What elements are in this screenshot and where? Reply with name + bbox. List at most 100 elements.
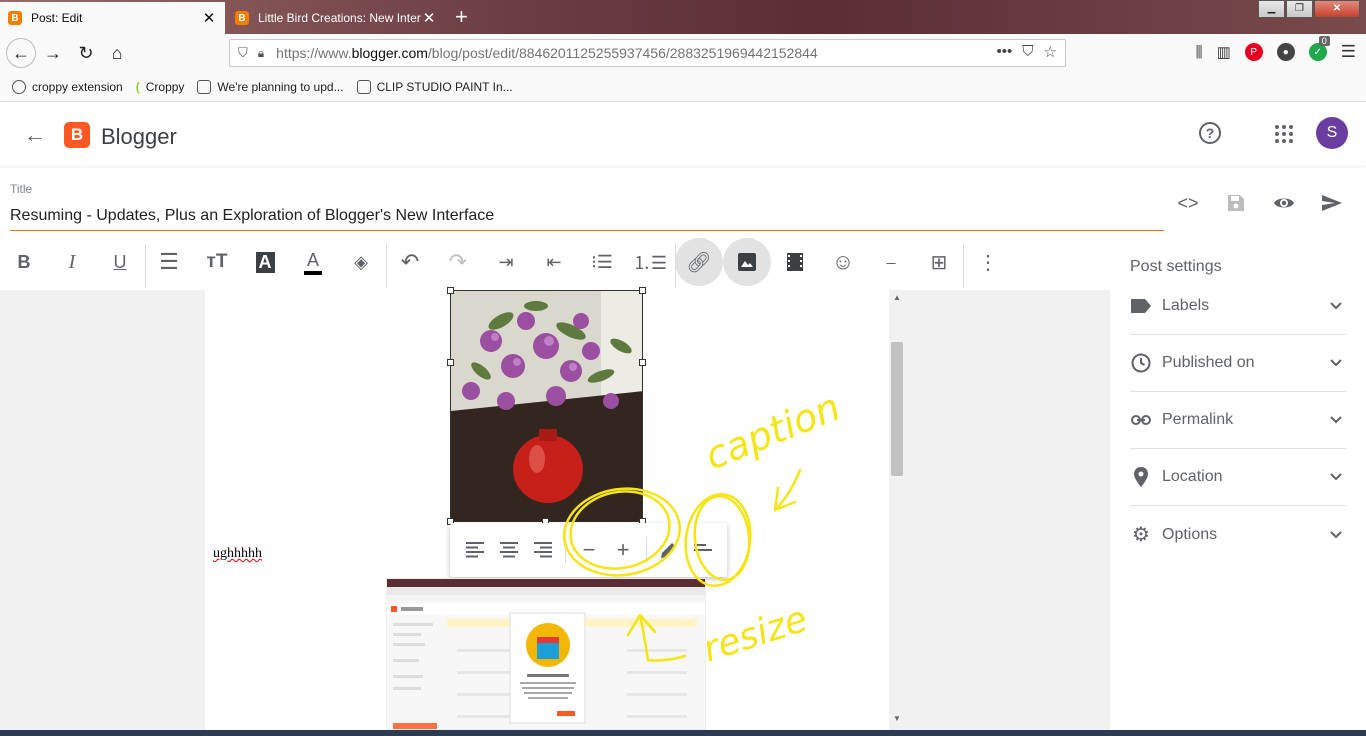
align-left-icon[interactable] [460, 535, 490, 565]
flower-vase-image[interactable] [450, 290, 643, 522]
chevron-down-icon [1326, 526, 1346, 544]
image-icon[interactable] [723, 238, 771, 286]
chevron-down-icon [1326, 411, 1346, 429]
avatar[interactable]: S [1316, 117, 1348, 149]
shrink-image-icon[interactable]: − [574, 535, 604, 565]
pocket-icon[interactable]: ⛉ [1022, 43, 1033, 61]
text-color-icon[interactable]: A [289, 238, 337, 286]
indent-icon[interactable]: ⇥ [482, 238, 530, 286]
html-view-icon[interactable]: <> [1175, 190, 1201, 216]
page-actions-icon[interactable]: ••• [997, 43, 1013, 61]
preview-eye-icon[interactable] [1271, 190, 1297, 216]
brand-name: Blogger [101, 124, 177, 149]
italic-button[interactable]: I [48, 238, 96, 286]
scroll-up-arrow-icon[interactable]: ▲ [893, 293, 901, 302]
align-right-icon[interactable] [528, 535, 558, 565]
close-tab-icon[interactable]: ✕ [201, 9, 217, 27]
resize-handle[interactable] [639, 359, 646, 366]
setting-permalink[interactable]: Permalink [1130, 392, 1346, 449]
align-center-icon[interactable] [494, 535, 524, 565]
bold-button[interactable]: B [0, 238, 48, 286]
publish-send-icon[interactable] [1319, 190, 1345, 216]
font-size-icon[interactable]: тT [193, 238, 241, 286]
redo-icon[interactable]: ↷ [434, 238, 482, 286]
pinterest-icon[interactable]: P [1244, 43, 1263, 61]
apps-grid-icon[interactable] [1275, 125, 1293, 143]
embedded-screenshot-image[interactable] [386, 578, 706, 730]
tab-title: Post: Edit [31, 11, 83, 25]
location-pin-icon [1130, 466, 1152, 488]
minimize-button[interactable]: ▁ [1258, 0, 1285, 18]
formatting-toolbar: B I U ☰ тT A A ◈ ↶ ↷ ⇥ ⇤ ⁝☰ ⒈☰ 🔗︎ ☺ ⎯ ⊞ … [0, 238, 1012, 288]
horizontal-line-icon[interactable]: ⎯ [867, 238, 915, 286]
caption-icon[interactable] [688, 535, 718, 565]
home-button[interactable]: ⌂ [102, 38, 132, 68]
link-icon[interactable]: 🔗︎ [675, 238, 723, 286]
croppy-icon: ( [135, 79, 140, 94]
forward-button[interactable]: → [38, 38, 68, 68]
clock-icon [1130, 352, 1152, 374]
setting-options[interactable]: ⚙ Options [1130, 506, 1346, 563]
save-icon[interactable] [1223, 190, 1249, 216]
blogger-logo-icon: B [64, 122, 90, 148]
globe-icon [12, 79, 26, 94]
url-bar[interactable]: ⛉ 🔒︎ https://www.blogger.com/blog/post/e… [229, 39, 1066, 67]
bookmark-clip-studio[interactable]: CLIP STUDIO PAINT In... [356, 79, 513, 94]
window-controls: ▁ ❐ ✕ [1257, 0, 1360, 18]
url-text: https://www.blogger.com/blog/post/edit/8… [276, 45, 818, 61]
scroll-down-arrow-icon[interactable]: ▼ [893, 714, 901, 723]
video-icon[interactable] [771, 238, 819, 286]
shield-icon[interactable]: ⛉ [238, 45, 248, 61]
resize-handle[interactable] [639, 287, 646, 294]
back-arrow-icon[interactable]: ← [24, 122, 46, 148]
lock-icon[interactable]: 🔒︎ [258, 46, 264, 61]
fill-color-icon[interactable]: ◈ [337, 238, 385, 286]
library-icon[interactable]: ⫼ [1196, 44, 1203, 61]
outdent-icon[interactable]: ⇤ [530, 238, 578, 286]
bulleted-list-icon[interactable]: ⁝☰ [578, 238, 626, 286]
tab-post-edit[interactable]: B Post: Edit ✕ [0, 2, 225, 34]
bookmark-planning-update[interactable]: We're planning to upd... [197, 79, 344, 94]
resize-handle[interactable] [447, 287, 454, 294]
extension-shield-icon[interactable]: ✓ 0 [1308, 36, 1330, 61]
scrollbar-thumb[interactable] [891, 342, 903, 476]
menu-icon[interactable]: ☰ [1341, 42, 1356, 62]
back-button[interactable]: ← [6, 38, 36, 68]
bookmark-croppy[interactable]: (Croppy [136, 80, 185, 94]
setting-labels[interactable]: Labels [1130, 278, 1346, 335]
enlarge-image-icon[interactable]: + [608, 535, 638, 565]
toolbar-divider [646, 537, 647, 563]
new-tab-button[interactable]: + [455, 4, 468, 30]
site-icon [356, 79, 371, 94]
bookmark-star-icon[interactable]: ☆ [1044, 43, 1057, 61]
help-icon[interactable]: ? [1199, 122, 1221, 144]
setting-published-on[interactable]: Published on [1130, 335, 1346, 392]
undo-icon[interactable]: ↶ [386, 238, 434, 286]
post-title-input[interactable]: Resuming - Updates, Plus an Exploration … [10, 207, 1164, 231]
chevron-down-icon [1326, 297, 1346, 315]
blogger-favicon-icon: B [8, 11, 22, 25]
edit-pencil-icon[interactable] [654, 535, 684, 565]
body-text[interactable]: ughhhhh [213, 546, 262, 562]
tab-little-bird[interactable]: B Little Bird Creations: New Interf ✕ [227, 2, 445, 34]
reload-button[interactable]: ↻ [71, 38, 101, 68]
table-icon[interactable]: ⊞ [915, 238, 963, 286]
close-tab-icon[interactable]: ✕ [421, 9, 437, 27]
more-options-icon[interactable]: ⋮ [964, 238, 1012, 286]
numbered-list-icon[interactable]: ⒈☰ [626, 238, 674, 286]
blogger-favicon-icon: B [235, 11, 249, 25]
emoji-icon[interactable]: ☺ [819, 238, 867, 286]
font-family-icon[interactable]: A [241, 238, 289, 286]
title-label: Title [10, 182, 33, 196]
editor-scrollbar[interactable]: ▲ ▼ [889, 290, 905, 730]
resize-handle[interactable] [447, 359, 454, 366]
close-window-button[interactable]: ✕ [1314, 0, 1360, 18]
setting-location[interactable]: Location [1130, 449, 1346, 506]
underline-button[interactable]: U [96, 238, 144, 286]
reader-view-icon[interactable]: ▥ [1217, 43, 1231, 61]
account-icon[interactable]: ● [1276, 43, 1295, 61]
paragraph-format-icon[interactable]: ☰ [145, 238, 193, 286]
gear-icon: ⚙ [1132, 524, 1150, 546]
maximize-button[interactable]: ❐ [1286, 0, 1313, 18]
bookmark-croppy-extension[interactable]: croppy extension [12, 79, 123, 94]
